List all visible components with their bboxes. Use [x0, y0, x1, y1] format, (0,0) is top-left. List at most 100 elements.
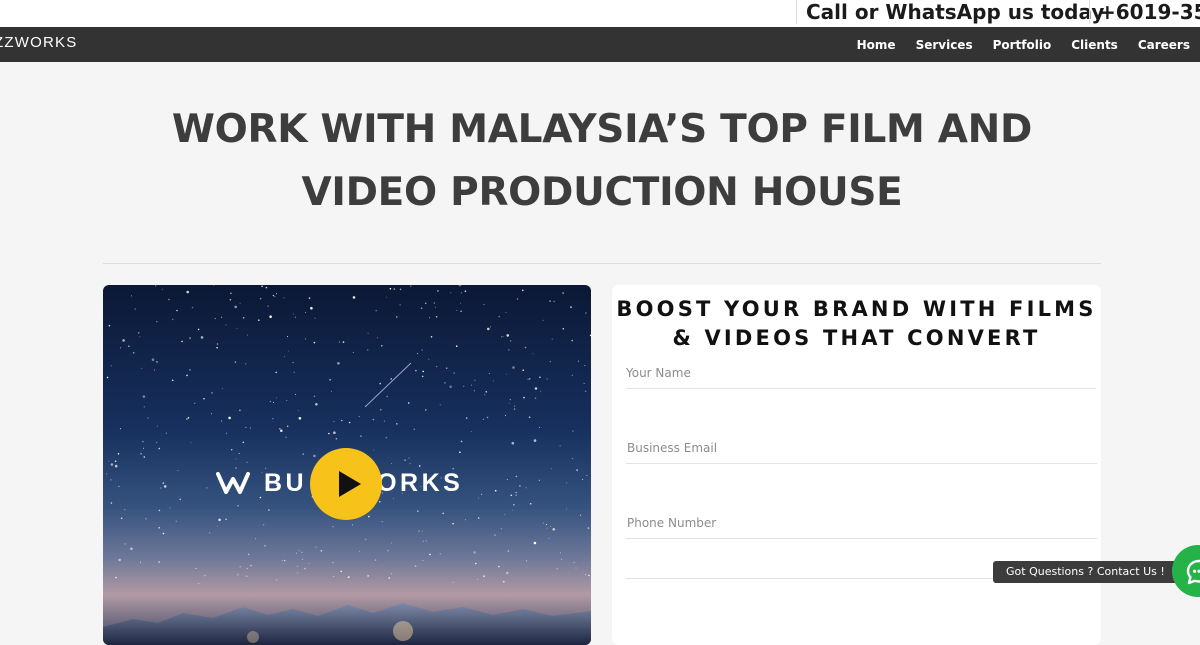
star	[561, 558, 562, 560]
star	[282, 560, 284, 562]
star	[142, 440, 144, 443]
mountain-horizon	[103, 603, 591, 645]
star	[258, 319, 260, 321]
name-input[interactable]	[626, 358, 1096, 389]
star	[505, 311, 507, 313]
star	[297, 565, 299, 567]
star	[414, 565, 417, 567]
star	[287, 336, 288, 337]
star	[211, 392, 213, 394]
star	[364, 538, 367, 541]
showreel-video[interactable]: BU ORKS	[103, 285, 591, 645]
star	[348, 421, 351, 424]
star	[385, 436, 388, 439]
star	[573, 562, 575, 564]
star	[189, 369, 191, 371]
site-logo[interactable]: ZZWORKS	[0, 35, 77, 51]
star	[331, 390, 332, 392]
star	[297, 410, 299, 411]
star	[515, 494, 517, 496]
phone-number-input[interactable]	[626, 508, 1097, 539]
star	[242, 441, 245, 444]
star	[228, 416, 231, 420]
star	[115, 576, 117, 579]
star	[483, 304, 485, 306]
nav-portfolio[interactable]: Portfolio	[993, 38, 1052, 52]
star	[508, 402, 510, 404]
star	[308, 562, 310, 564]
star	[570, 306, 572, 308]
star	[584, 390, 587, 393]
star	[528, 416, 531, 418]
star	[217, 525, 218, 527]
star	[391, 542, 393, 544]
star	[449, 385, 453, 388]
star	[486, 416, 489, 419]
star	[145, 518, 147, 520]
star	[393, 498, 394, 500]
star	[460, 302, 462, 304]
star	[156, 442, 158, 444]
star	[246, 334, 248, 336]
star	[203, 397, 205, 400]
star	[372, 418, 375, 421]
star	[484, 394, 486, 396]
lead-form-card: BOOST YOUR BRAND WITH FILMS & VIDEOS THA…	[612, 285, 1101, 645]
star	[110, 502, 113, 504]
star	[259, 297, 262, 300]
star	[396, 316, 398, 318]
star	[367, 332, 369, 334]
star	[417, 510, 419, 512]
star	[424, 302, 427, 305]
play-button[interactable]	[310, 448, 382, 520]
star	[137, 332, 140, 334]
star	[582, 478, 584, 480]
star	[464, 290, 467, 292]
star	[503, 580, 505, 583]
nav-home[interactable]: Home	[857, 38, 896, 52]
brand-text-right: ORKS	[377, 469, 464, 497]
nav-services[interactable]: Services	[916, 38, 973, 52]
star	[286, 425, 289, 428]
star	[435, 365, 438, 368]
star	[304, 338, 306, 340]
star	[250, 564, 252, 567]
star	[500, 528, 502, 530]
business-email-input[interactable]	[626, 433, 1097, 464]
phone-number-link[interactable]: +6019-355	[1099, 0, 1200, 24]
star	[367, 349, 369, 351]
star	[341, 419, 343, 422]
star	[242, 317, 245, 319]
star	[229, 298, 232, 301]
star	[475, 562, 477, 565]
star	[532, 353, 534, 355]
star	[585, 574, 587, 576]
star	[139, 336, 141, 338]
star	[526, 560, 528, 562]
star	[539, 376, 541, 378]
star	[420, 307, 423, 309]
star	[237, 573, 239, 575]
nav-careers[interactable]: Careers	[1138, 38, 1190, 52]
star	[274, 296, 276, 298]
contact-tooltip[interactable]: Got Questions ? Contact Us !	[993, 561, 1178, 583]
star	[272, 294, 275, 297]
star	[533, 541, 537, 545]
star	[512, 509, 514, 511]
whatsapp-chat-button[interactable]	[1172, 545, 1200, 597]
star	[399, 288, 402, 291]
star	[352, 352, 354, 353]
star	[280, 429, 283, 432]
star	[553, 300, 555, 303]
star	[566, 508, 567, 510]
star	[421, 530, 423, 532]
star	[389, 287, 392, 290]
star	[478, 497, 480, 499]
star	[272, 418, 274, 420]
nav-clients[interactable]: Clients	[1071, 38, 1118, 52]
star	[562, 292, 564, 294]
star	[134, 308, 136, 310]
buzzworks-logo-mark	[216, 472, 250, 494]
star	[485, 391, 488, 393]
star	[204, 574, 206, 577]
